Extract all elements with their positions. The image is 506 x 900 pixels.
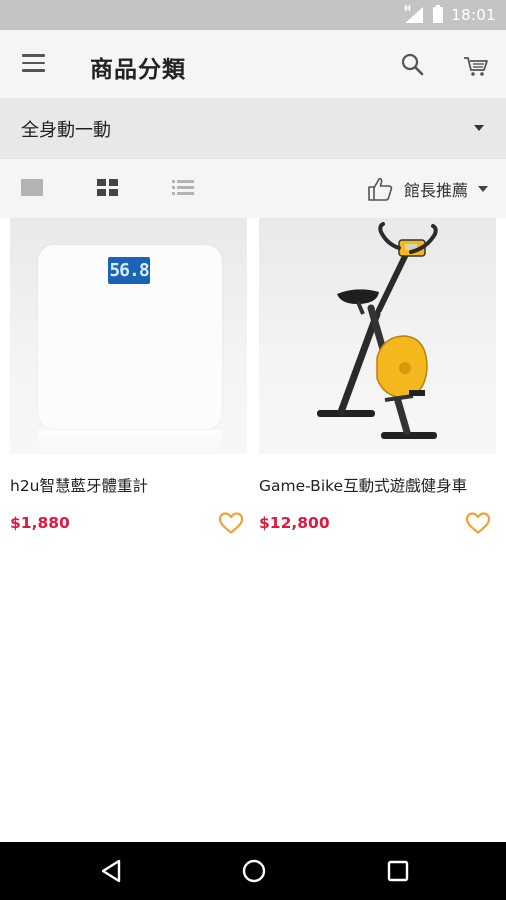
back-icon[interactable] xyxy=(99,858,125,884)
category-dropdown[interactable]: 全身動一動 xyxy=(0,98,506,158)
product-price: $12,800 xyxy=(259,514,330,532)
system-nav-bar xyxy=(0,842,506,900)
search-icon[interactable] xyxy=(400,52,426,78)
single-view-icon[interactable] xyxy=(21,179,45,199)
caret-down-icon xyxy=(478,186,488,192)
list-view-icon[interactable] xyxy=(172,179,196,199)
battery-icon xyxy=(433,5,444,23)
category-selected-label: 全身動一動 xyxy=(21,120,111,141)
product-image: 56.8 xyxy=(10,218,247,454)
recent-apps-icon[interactable] xyxy=(385,858,411,884)
view-toolbar: 館長推薦 xyxy=(0,158,506,218)
status-bar: H 18:01 xyxy=(0,0,506,30)
cart-icon[interactable] xyxy=(462,52,490,78)
product-card[interactable]: Game-Bike互動式遊戲健身車 $12,800 xyxy=(259,218,499,548)
product-image xyxy=(259,218,496,454)
heart-icon[interactable] xyxy=(218,511,244,535)
network-type-label: H xyxy=(404,4,411,13)
app-bar: 商品分類 xyxy=(0,30,506,98)
caret-down-icon xyxy=(474,125,484,131)
signal-icon: H xyxy=(403,4,425,24)
menu-icon[interactable] xyxy=(22,54,47,74)
thumbs-up-icon xyxy=(366,175,394,203)
product-name: h2u智慧藍牙體重計 xyxy=(10,477,149,495)
home-icon[interactable] xyxy=(241,858,267,884)
product-card[interactable]: 56.8 h2u智慧藍牙體重計 $1,880 xyxy=(10,218,250,548)
scale-display: 56.8 xyxy=(108,257,150,284)
grid-view-icon[interactable] xyxy=(97,179,121,199)
exercise-bike-image xyxy=(317,222,438,439)
heart-icon[interactable] xyxy=(465,511,491,535)
sort-dropdown[interactable]: 館長推薦 xyxy=(366,173,488,205)
sort-selected-label: 館長推薦 xyxy=(403,181,468,200)
product-price: $1,880 xyxy=(10,514,70,532)
page-title: 商品分類 xyxy=(90,57,186,83)
product-name: Game-Bike互動式遊戲健身車 xyxy=(259,477,468,495)
scale-image: 56.8 xyxy=(38,245,222,429)
status-time: 18:01 xyxy=(451,6,496,24)
